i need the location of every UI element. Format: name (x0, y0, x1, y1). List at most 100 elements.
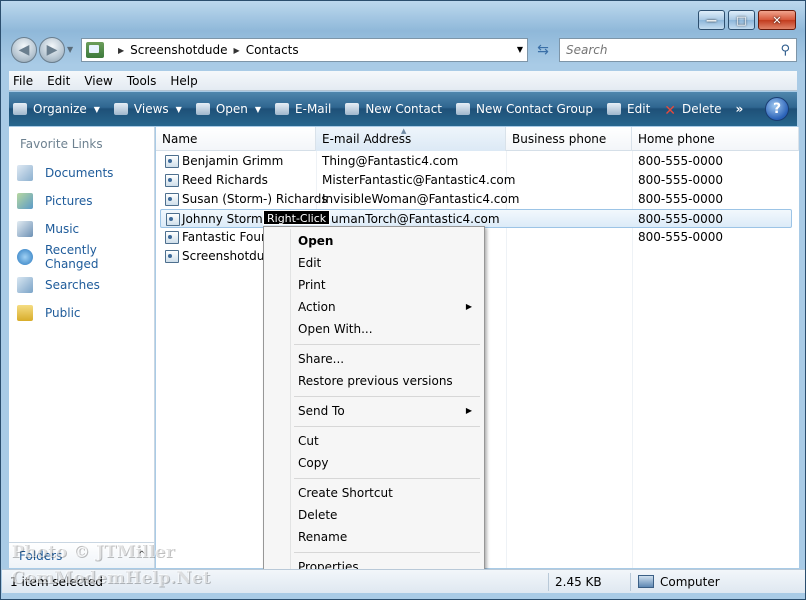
contact-card-icon (165, 250, 179, 263)
folders-toggle[interactable]: Folders ^ (9, 542, 154, 568)
context-menu-copy[interactable]: Copy (266, 452, 482, 474)
organize-button[interactable]: Organize ▼ (13, 102, 100, 116)
menu-help[interactable]: Help (170, 74, 197, 88)
new-contact-label: New Contact (365, 102, 443, 116)
delete-button[interactable]: ✕ Delete (664, 102, 721, 119)
views-icon (113, 103, 128, 115)
contact-home-phone: 800-555-0000 (638, 212, 724, 226)
nav-link-label: Pictures (45, 194, 93, 208)
minimize-button[interactable]: — (698, 10, 725, 30)
table-row[interactable]: Benjamin Grimm Thing@Fantastic4.com 800-… (160, 152, 792, 171)
context-menu-open[interactable]: Open (266, 230, 482, 252)
search-box[interactable]: ⚲ (559, 38, 797, 62)
contacts-folder-icon (86, 42, 104, 58)
email-icon (275, 103, 290, 115)
column-header-name[interactable]: Name (156, 127, 316, 151)
table-row[interactable]: Reed Richards MisterFantastic@Fantastic4… (160, 171, 792, 190)
search-icon[interactable]: ⚲ (780, 43, 790, 58)
context-menu-restore-previous-versions[interactable]: Restore previous versions (266, 370, 482, 392)
nav-link-documents[interactable]: Documents (9, 159, 154, 187)
nav-link-recently-changed[interactable]: Recently Changed (9, 243, 154, 271)
context-menu-open-with[interactable]: Open With... (266, 318, 482, 340)
contact-email: Thing@Fantastic4.com (322, 154, 459, 168)
context-menu-create-shortcut[interactable]: Create Shortcut (266, 482, 482, 504)
email-button[interactable]: E-Mail (275, 102, 331, 116)
nav-link-pictures[interactable]: Pictures (9, 187, 154, 215)
contact-name: Johnny Storm (182, 212, 263, 226)
context-menu-cut[interactable]: Cut (266, 430, 482, 452)
help-button[interactable]: ? (765, 97, 789, 121)
recent-pages-dropdown[interactable]: ▼ (67, 45, 73, 54)
menu-edit[interactable]: Edit (47, 74, 70, 88)
breadcrumb-separator-icon[interactable]: ▶ (234, 46, 240, 55)
address-bar[interactable]: ▶ Screenshotdude ▶ Contacts ▼ (81, 38, 528, 62)
breadcrumb-contacts[interactable]: Contacts (246, 43, 299, 57)
context-menu-print[interactable]: Print (266, 274, 482, 296)
maximize-icon: □ (736, 13, 747, 27)
context-menu-send-to[interactable]: Send To ▶ (266, 400, 482, 422)
context-menu-action-label: Action (298, 300, 336, 314)
breadcrumb-screenshotdude[interactable]: Screenshotdude (130, 43, 227, 57)
contact-card-icon (165, 174, 179, 187)
email-label: E-Mail (295, 102, 332, 116)
context-menu-action[interactable]: Action ▶ (266, 296, 482, 318)
contact-email: InvisibleWoman@Fantastic4.com (322, 192, 520, 206)
nav-link-public[interactable]: Public (9, 299, 154, 327)
edit-button[interactable]: Edit (607, 102, 650, 116)
views-label: Views (133, 102, 169, 116)
caption-buttons: — □ ✕ (698, 10, 796, 30)
contact-name: Benjamin Grimm (182, 154, 284, 168)
menu-view[interactable]: View (84, 74, 112, 88)
search-input[interactable] (566, 43, 766, 57)
more-commands-button[interactable]: » (735, 102, 743, 116)
searches-icon (17, 277, 33, 293)
status-bar: 1 item selected 2.45 KB Computer (2, 569, 805, 593)
computer-icon (638, 575, 654, 588)
views-button[interactable]: Views ▼ (113, 102, 182, 116)
chevron-down-icon: ▼ (254, 104, 262, 114)
column-header-home-phone[interactable]: Home phone (632, 127, 799, 151)
navigation-pane: Favorite Links Documents Pictures Music … (9, 127, 155, 568)
forward-button[interactable]: ▶ (39, 37, 65, 63)
new-contact-icon (345, 103, 360, 115)
maximize-button[interactable]: □ (728, 10, 755, 30)
context-menu-edit[interactable]: Edit (266, 252, 482, 274)
contact-email: MisterFantastic@Fantastic4.com (322, 173, 516, 187)
close-icon: ✕ (772, 13, 782, 27)
chevron-down-icon: ▼ (175, 104, 182, 114)
back-button[interactable]: ◀ (11, 37, 37, 63)
menu-separator (294, 344, 480, 345)
new-contact-button[interactable]: New Contact (345, 102, 442, 116)
music-icon (17, 221, 33, 237)
submenu-arrow-icon: ▶ (465, 302, 472, 311)
breadcrumb-separator-icon[interactable]: ▶ (118, 46, 124, 55)
menu-file[interactable]: File (13, 74, 33, 88)
table-row[interactable]: Susan (Storm-) Richards InvisibleWoman@F… (160, 190, 792, 209)
edit-icon (607, 103, 622, 115)
nav-link-label: Public (45, 306, 81, 320)
nav-link-music[interactable]: Music (9, 215, 154, 243)
menu-separator (294, 396, 480, 397)
context-menu-delete[interactable]: Delete (266, 504, 482, 526)
contact-card-icon (165, 193, 179, 206)
context-menu-rename[interactable]: Rename (266, 526, 482, 548)
refresh-button[interactable]: ⇆ (531, 38, 555, 62)
address-dropdown-icon[interactable]: ▼ (517, 45, 523, 54)
context-menu-send-to-label: Send To (298, 404, 345, 418)
close-button[interactable]: ✕ (758, 10, 796, 30)
organize-icon (13, 103, 27, 115)
open-label: Open (215, 102, 248, 116)
nav-link-searches[interactable]: Searches (9, 271, 154, 299)
menu-tools[interactable]: Tools (127, 74, 157, 88)
menu-separator (294, 478, 480, 479)
menu-bar: File Edit View Tools Help (9, 71, 797, 91)
organize-label: Organize (33, 102, 87, 116)
new-contact-group-button[interactable]: New Contact Group (456, 102, 593, 116)
new-contact-group-icon (456, 103, 471, 115)
contact-home-phone: 800-555-0000 (638, 173, 724, 187)
nav-link-label: Music (45, 222, 80, 236)
context-menu-share[interactable]: Share... (266, 348, 482, 370)
column-header-business-phone[interactable]: Business phone (506, 127, 632, 151)
open-button[interactable]: Open ▼ (195, 102, 262, 116)
column-header-email[interactable]: E-mail Address (316, 119, 506, 151)
